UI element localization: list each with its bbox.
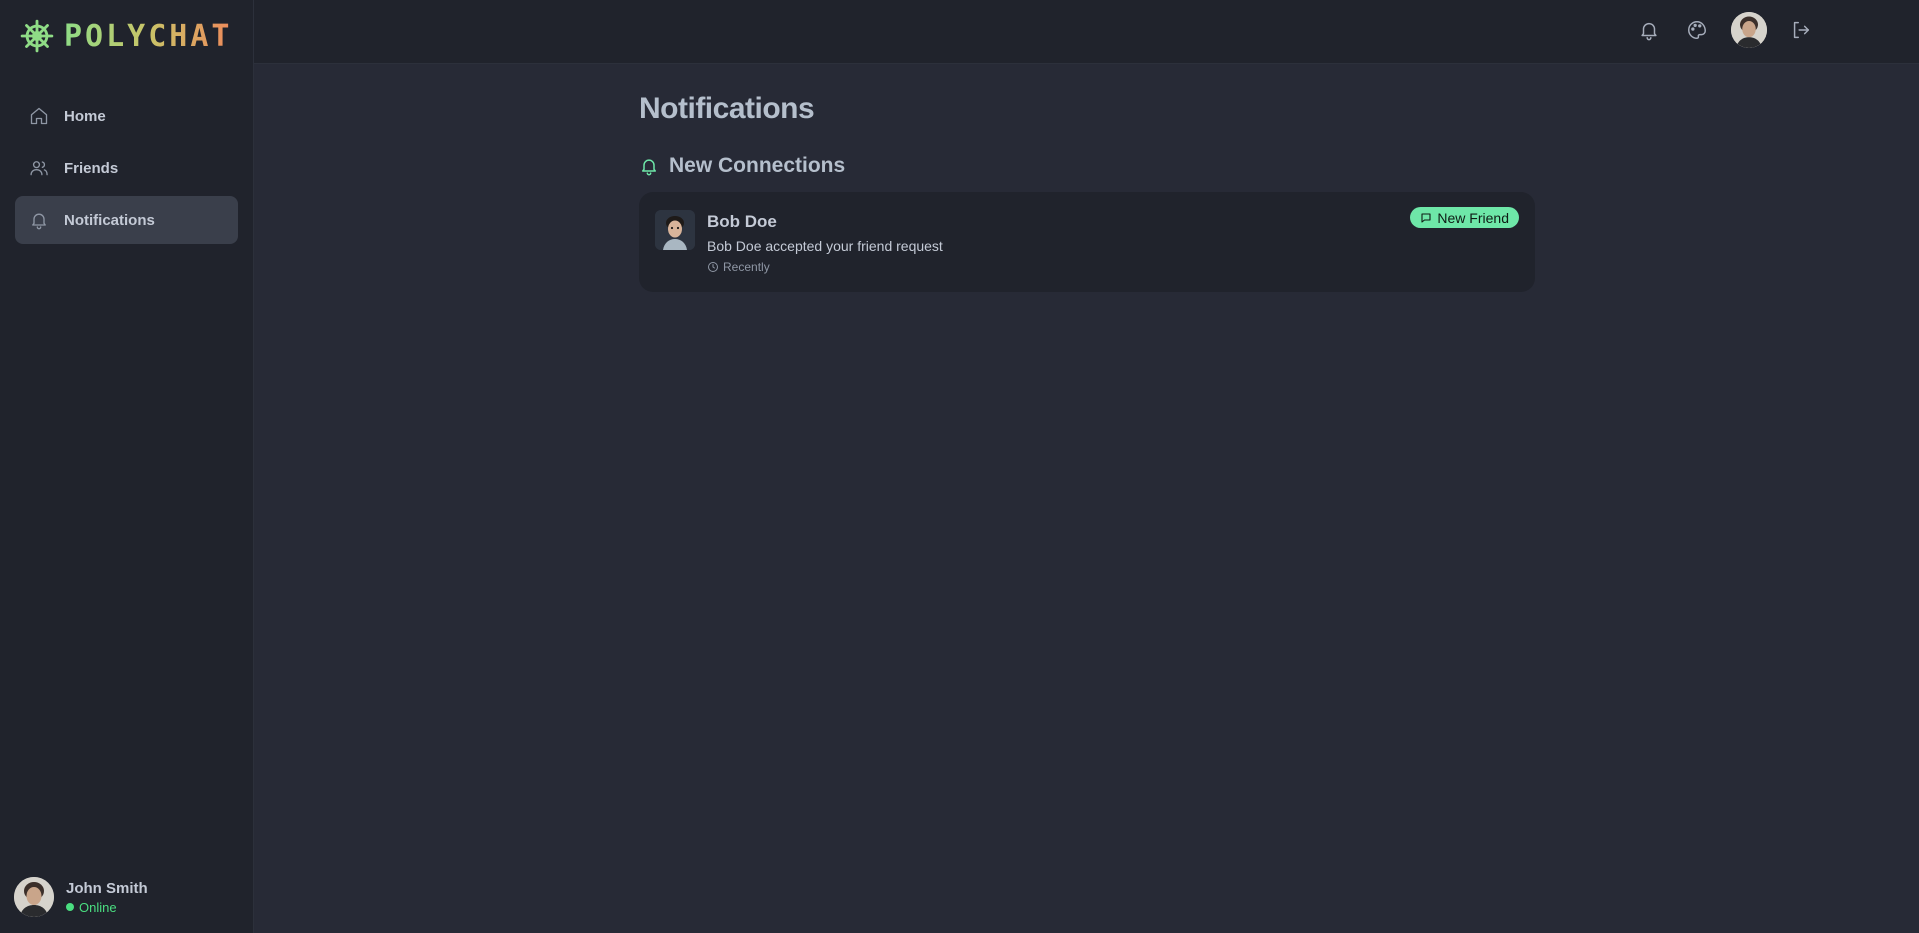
palette-icon: [1688, 21, 1706, 39]
home-icon: [30, 107, 48, 125]
section-header: New Connections: [639, 154, 1535, 178]
user-info: John Smith Online: [66, 880, 148, 915]
badge-label: New Friend: [1437, 209, 1509, 226]
app-root: POLYCHAT Home Friends Notifications John…: [0, 0, 1919, 933]
sidebar-item-label: Notifications: [64, 211, 155, 229]
time-label: Recently: [723, 260, 770, 274]
ship-wheel-icon: [20, 19, 54, 53]
user-status: Online: [66, 900, 148, 915]
sidebar-item-label: Home: [64, 107, 106, 125]
clock-icon: [708, 262, 718, 272]
online-dot-icon: [66, 903, 74, 911]
friend-name[interactable]: Bob Doe: [707, 212, 777, 232]
notification-time: Recently: [707, 260, 770, 274]
user-name: John Smith: [66, 879, 148, 897]
notification-message: Bob Doe accepted your friend request: [707, 238, 943, 254]
sidebar-item-friends[interactable]: Friends: [15, 144, 238, 192]
logout-icon: [1793, 21, 1810, 39]
users-icon: [30, 161, 48, 176]
logout-button[interactable]: [1787, 16, 1815, 44]
profile-avatar[interactable]: [1731, 12, 1767, 48]
status-label: Online: [79, 899, 117, 915]
top-header: [254, 0, 1919, 64]
bell-icon: [32, 213, 46, 230]
app-name: POLYCHAT: [64, 18, 233, 54]
main-content: Notifications New Connections Bob Doe Bo…: [639, 92, 1535, 292]
sidebar-item-label: Friends: [64, 159, 119, 177]
sidebar-item-notifications[interactable]: Notifications: [15, 196, 238, 244]
notifications-button[interactable]: [1635, 16, 1663, 44]
header-actions: [1635, 12, 1815, 48]
sidebar-item-home[interactable]: Home: [15, 92, 238, 140]
bell-icon: [642, 159, 656, 176]
status-badge: New Friend: [1410, 207, 1519, 228]
sidebar-nav: Home Friends Notifications: [15, 92, 238, 248]
sidebar: POLYCHAT Home Friends Notifications John…: [0, 0, 254, 933]
current-user[interactable]: John Smith Online: [14, 877, 148, 917]
bell-icon: [1641, 22, 1657, 41]
notification-card[interactable]: Bob Doe Bob Doe accepted your friend req…: [639, 192, 1535, 292]
theme-button[interactable]: [1683, 16, 1711, 44]
friend-avatar[interactable]: [655, 210, 695, 250]
message-icon: [1421, 212, 1431, 223]
app-logo[interactable]: POLYCHAT: [20, 18, 233, 54]
section-title: New Connections: [669, 154, 846, 177]
avatar: [14, 877, 54, 917]
page-title: Notifications: [639, 92, 815, 125]
